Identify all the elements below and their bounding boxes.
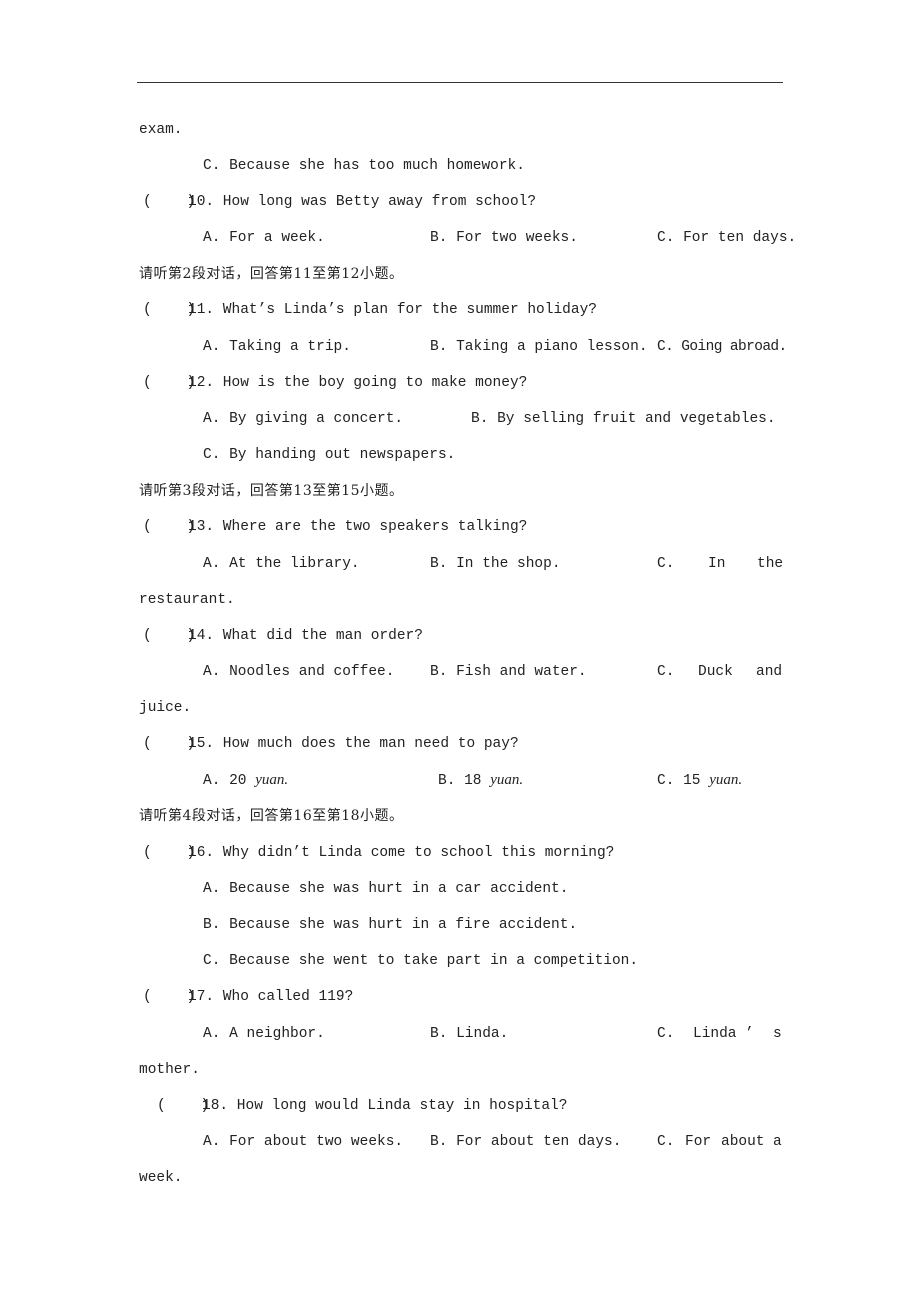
q14-option-b: B. Fish and water. (430, 664, 587, 680)
q11-option-b: B. Taking a piano lesson. (430, 339, 648, 355)
q15-option-c: C. 15 yuan. (657, 771, 742, 790)
q17-option-b: B. Linda. (430, 1026, 509, 1042)
q17-option-a: A. A neighbor. (203, 1026, 325, 1042)
q13-option-c-text: In (708, 556, 726, 572)
q15-option-a: A. 20 yuan. (203, 771, 288, 790)
section-instruction: 请听第4段对话，回答第16至第18小题。 (139, 808, 404, 824)
q18-option-c-continuation: week. (139, 1170, 183, 1186)
q10-option-b: B. For two weeks. (430, 230, 578, 246)
q13-option-a: A. At the library. (203, 556, 360, 572)
q9-option-c: C. Because she has too much homework. (203, 158, 525, 174)
q14-option-c-text: and (756, 664, 783, 680)
q13-stem: 13. Where are the two speakers talking? (188, 519, 528, 535)
q18-option-a: A. For about two weeks. (203, 1134, 404, 1150)
q18-option-c-label: C. (657, 1134, 675, 1150)
q17-option-c-text: Linda (693, 1026, 737, 1042)
q14-option-c-label: C. (657, 664, 675, 680)
q10-option-c: C. For ten days. (657, 230, 797, 246)
q14-stem: 14. What did the man order? (188, 628, 423, 644)
q18-option-c-text: about (721, 1134, 765, 1150)
q15-option-a-unit: yuan. (255, 772, 289, 788)
q15-option-b: B. 18 yuan. (438, 771, 523, 790)
continuation-text: exam. (139, 122, 183, 138)
q18-option-c-text: a (773, 1134, 782, 1150)
q15-option-c-unit: yuan. (709, 772, 743, 788)
q16-stem: 16. Why didn’t Linda come to school this… (188, 845, 615, 861)
q14-option-a: A. Noodles and coffee. (203, 664, 395, 680)
q12-stem: 12. How is the boy going to make money? (188, 375, 528, 391)
q13-option-b: B. In the shop. (430, 556, 561, 572)
q18-option-c-text: For (685, 1134, 712, 1150)
q15-stem: 15. How much does the man need to pay? (188, 736, 519, 752)
q15-option-c-label: C. 15 (657, 773, 701, 789)
q14-option-c-continuation: juice. (139, 700, 192, 716)
q15-option-a-label: A. 20 (203, 773, 247, 789)
q11-option-a: A. Taking a trip. (203, 339, 351, 355)
q16-option-b: B. Because she was hurt in a fire accide… (203, 917, 578, 933)
q12-option-a: A. By giving a concert. (203, 411, 404, 427)
q15-option-b-label: B. 18 (438, 773, 482, 789)
q13-option-c-text: the (757, 556, 784, 572)
q17-option-c-continuation: mother. (139, 1062, 200, 1078)
q12-option-c: C. By handing out newspapers. (203, 447, 456, 463)
section-instruction: 请听第2段对话，回答第11至第12小题。 (139, 266, 404, 282)
q18-stem: 18. How long would Linda stay in hospita… (202, 1098, 568, 1114)
q17-option-c-label: C. (657, 1026, 675, 1042)
q10-stem: 10. How long was Betty away from school? (188, 194, 537, 210)
q11-option-c: C. Going abroad. (657, 339, 787, 355)
q14-option-c-text: Duck (698, 664, 733, 680)
q13-option-c-label: C. (657, 556, 675, 572)
q10-option-a: A. For a week. (203, 230, 325, 246)
q18-option-b: B. For about ten days. (430, 1134, 622, 1150)
q16-option-c: C. Because she went to take part in a co… (203, 953, 639, 969)
q15-option-b-unit: yuan. (490, 772, 524, 788)
q11-stem: 11. What’s Linda’s plan for the summer h… (188, 302, 597, 318)
q17-option-c-text: ’ (745, 1026, 754, 1042)
q17-stem: 17. Who called 119? (188, 989, 354, 1005)
q16-option-a: A. Because she was hurt in a car acciden… (203, 881, 569, 897)
section-instruction: 请听第3段对话，回答第13至第15小题。 (139, 483, 404, 499)
q12-option-b: B. By selling fruit and vegetables. (471, 411, 776, 427)
q13-option-c-continuation: restaurant. (139, 592, 235, 608)
q17-option-c-text: s (773, 1026, 782, 1042)
header-rule (137, 82, 783, 83)
